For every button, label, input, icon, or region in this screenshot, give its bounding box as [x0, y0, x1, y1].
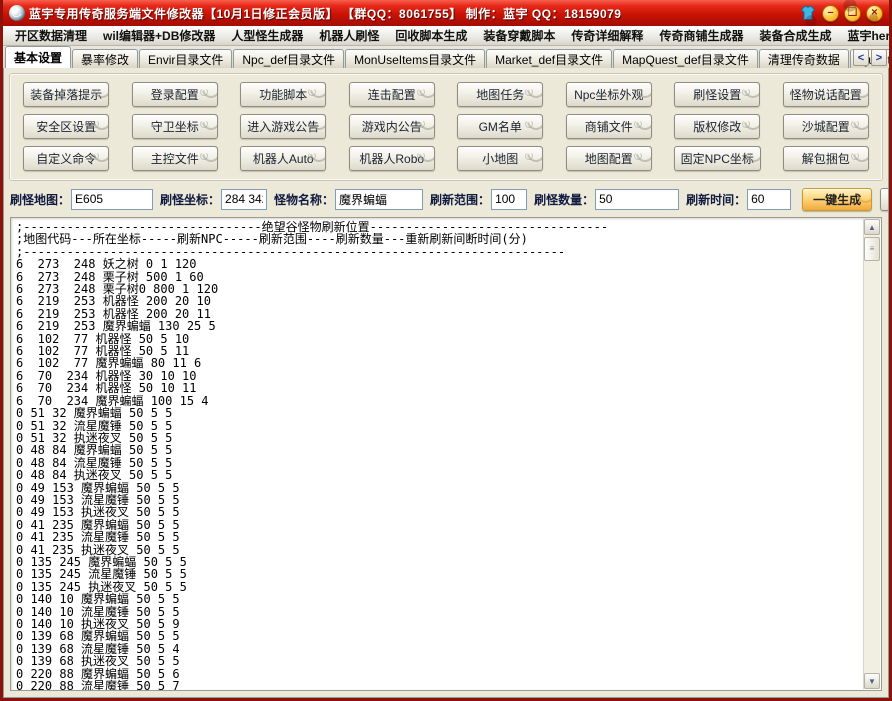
- btn-gm-list[interactable]: GM名单: [457, 114, 543, 139]
- menu-item-open-area-clean[interactable]: 开区数据清理: [7, 25, 95, 46]
- window-title: 蓝宇专用传奇服务端文件修改器【10月1日修正会员版】 【群QQ：8061755】…: [29, 5, 621, 22]
- titlebar[interactable]: 蓝宇专用传奇服务端文件修改器【10月1日修正会员版】 【群QQ：8061755】…: [3, 0, 889, 26]
- menu-bar: 开区数据清理 wil编辑器+DB修改器 人型怪生成器 机器人刷怪 回收脚本生成 …: [3, 26, 889, 46]
- skin-button[interactable]: [799, 4, 817, 22]
- tab-droprate[interactable]: 暴率修改: [72, 49, 138, 68]
- menu-item-compose-generator[interactable]: 装备合成生成: [751, 25, 839, 46]
- btn-main-control-file[interactable]: 主控文件: [132, 146, 218, 171]
- btn-ingame-notice[interactable]: 游戏内公告: [349, 114, 435, 139]
- tab-monuseitems[interactable]: MonUseItems目录文件: [345, 49, 485, 68]
- btn-guard-coords[interactable]: 守卫坐标: [132, 114, 218, 139]
- menu-item-legend-help[interactable]: 传奇详细解释: [563, 25, 651, 46]
- tab-scroll-buttons: < >: [853, 49, 887, 66]
- tab-clean-data[interactable]: 清理传奇数据: [759, 49, 849, 68]
- tab-bar: 基本设置 暴率修改 Envir目录文件 Npc_def目录文件 MonUseIt…: [3, 46, 889, 68]
- refresh-range-label: 刷新范围：: [430, 191, 490, 208]
- btn-npc-coord-look[interactable]: Npc坐标外观: [566, 82, 652, 107]
- button-row-1: 装备掉落提示 登录配置 功能脚本 连击配置 地图任务 Npc坐标外观 刷怪设置 …: [12, 82, 880, 107]
- btn-sandcity-config[interactable]: 沙城配置: [783, 114, 869, 139]
- button-row-3: 自定义命令 主控文件 机器人Auto 机器人Robo 小地图 地图配置 固定NP…: [12, 146, 880, 171]
- modify-save-button[interactable]: 修改保存: [880, 188, 889, 211]
- refresh-range-input[interactable]: [491, 189, 527, 210]
- shortcut-button-panel: 装备掉落提示 登录配置 功能脚本 连击配置 地图任务 Npc坐标外观 刷怪设置 …: [9, 73, 883, 181]
- tab-mapquest-def[interactable]: MapQuest_def目录文件: [613, 49, 758, 68]
- tab-market-def[interactable]: Market_def目录文件: [486, 49, 612, 68]
- tab-scroll-right-icon[interactable]: >: [871, 49, 887, 66]
- refresh-time-input[interactable]: [747, 189, 791, 210]
- menu-item-herom2[interactable]: 蓝宇herom2: [839, 25, 892, 46]
- menu-item-humanoid-generator[interactable]: 人型怪生成器: [223, 25, 311, 46]
- btn-minimap[interactable]: 小地图: [457, 146, 543, 171]
- spawn-count-input[interactable]: [595, 189, 679, 210]
- close-button[interactable]: ×: [866, 5, 883, 22]
- btn-robot-robo[interactable]: 机器人Robo: [349, 146, 435, 171]
- app-globe-icon: [9, 5, 25, 21]
- minimize-button[interactable]: –: [822, 5, 839, 22]
- editor-scrollbar[interactable]: ▲ ≡ ▼: [863, 219, 880, 689]
- btn-function-script[interactable]: 功能脚本: [240, 82, 326, 107]
- btn-fixed-npc-coords[interactable]: 固定NPC坐标: [674, 146, 761, 171]
- tab-basic-settings[interactable]: 基本设置: [5, 46, 71, 68]
- menu-item-wil-editor[interactable]: wil编辑器+DB修改器: [95, 25, 223, 46]
- monster-name-input[interactable]: [335, 189, 423, 210]
- btn-unpack-pack[interactable]: 解包捆包: [783, 146, 869, 171]
- spawn-coord-label: 刷怪坐标：: [160, 191, 220, 208]
- tab-scroll-left-icon[interactable]: <: [853, 49, 869, 66]
- button-row-2: 安全区设置 守卫坐标 进入游戏公告 游戏内公告 GM名单 商铺文件 版权修改 沙…: [12, 114, 880, 139]
- menu-item-shop-generator[interactable]: 传奇商铺生成器: [651, 25, 751, 46]
- menu-item-robot-spawn[interactable]: 机器人刷怪: [311, 25, 387, 46]
- btn-shop-file[interactable]: 商铺文件: [566, 114, 652, 139]
- btn-enter-game-notice[interactable]: 进入游戏公告: [240, 114, 326, 139]
- btn-map-quest[interactable]: 地图任务: [457, 82, 543, 107]
- btn-combo-config[interactable]: 连击配置: [349, 82, 435, 107]
- btn-robot-auto[interactable]: 机器人Auto: [240, 146, 326, 171]
- btn-custom-command[interactable]: 自定义命令: [23, 146, 109, 171]
- btn-copyright-edit[interactable]: 版权修改: [674, 114, 760, 139]
- btn-safezone-config[interactable]: 安全区设置: [23, 114, 109, 139]
- btn-login-config[interactable]: 登录配置: [132, 82, 218, 107]
- btn-map-config[interactable]: 地图配置: [566, 146, 652, 171]
- spawn-form: 刷怪地图： 刷怪坐标： 怪物名称： 刷新范围： 刷怪数量： 刷新时间： 一键生成…: [10, 185, 882, 213]
- spawn-count-label: 刷怪数量：: [534, 191, 594, 208]
- spawn-file-editor[interactable]: ;---------------------------------绝望谷怪物刷…: [10, 217, 882, 691]
- tab-npc-def[interactable]: Npc_def目录文件: [233, 49, 344, 68]
- tab-envir[interactable]: Envir目录文件: [139, 49, 232, 68]
- restore-button[interactable]: ❑: [844, 5, 861, 22]
- spawn-coord-input[interactable]: [221, 189, 267, 210]
- restore-icon: ❑: [848, 6, 858, 20]
- btn-equip-drop-tip[interactable]: 装备掉落提示: [23, 82, 109, 107]
- scroll-up-icon[interactable]: ▲: [864, 219, 880, 235]
- spawn-file-text[interactable]: ;---------------------------------绝望谷怪物刷…: [11, 218, 881, 691]
- menu-item-recycle-script[interactable]: 回收脚本生成: [387, 25, 475, 46]
- minimize-icon: –: [827, 6, 833, 20]
- close-icon: ×: [871, 6, 877, 20]
- app-window: 蓝宇专用传奇服务端文件修改器【10月1日修正会员版】 【群QQ：8061755】…: [0, 0, 892, 701]
- one-key-generate-button[interactable]: 一键生成: [802, 188, 872, 211]
- btn-monster-say-config[interactable]: 怪物说话配置: [783, 82, 869, 107]
- scrollbar-thumb[interactable]: ≡: [864, 237, 880, 261]
- spawn-map-label: 刷怪地图：: [10, 191, 70, 208]
- menu-item-equip-script[interactable]: 装备穿戴脚本: [475, 25, 563, 46]
- monster-name-label: 怪物名称：: [274, 191, 334, 208]
- spawn-map-input[interactable]: [71, 189, 153, 210]
- scroll-down-icon[interactable]: ▼: [864, 673, 880, 689]
- btn-spawn-config[interactable]: 刷怪设置: [674, 82, 760, 107]
- tab-page-basic-settings: 装备掉落提示 登录配置 功能脚本 连击配置 地图任务 Npc坐标外观 刷怪设置 …: [3, 68, 889, 698]
- shirt-icon: [800, 5, 816, 21]
- refresh-time-label: 刷新时间：: [686, 191, 746, 208]
